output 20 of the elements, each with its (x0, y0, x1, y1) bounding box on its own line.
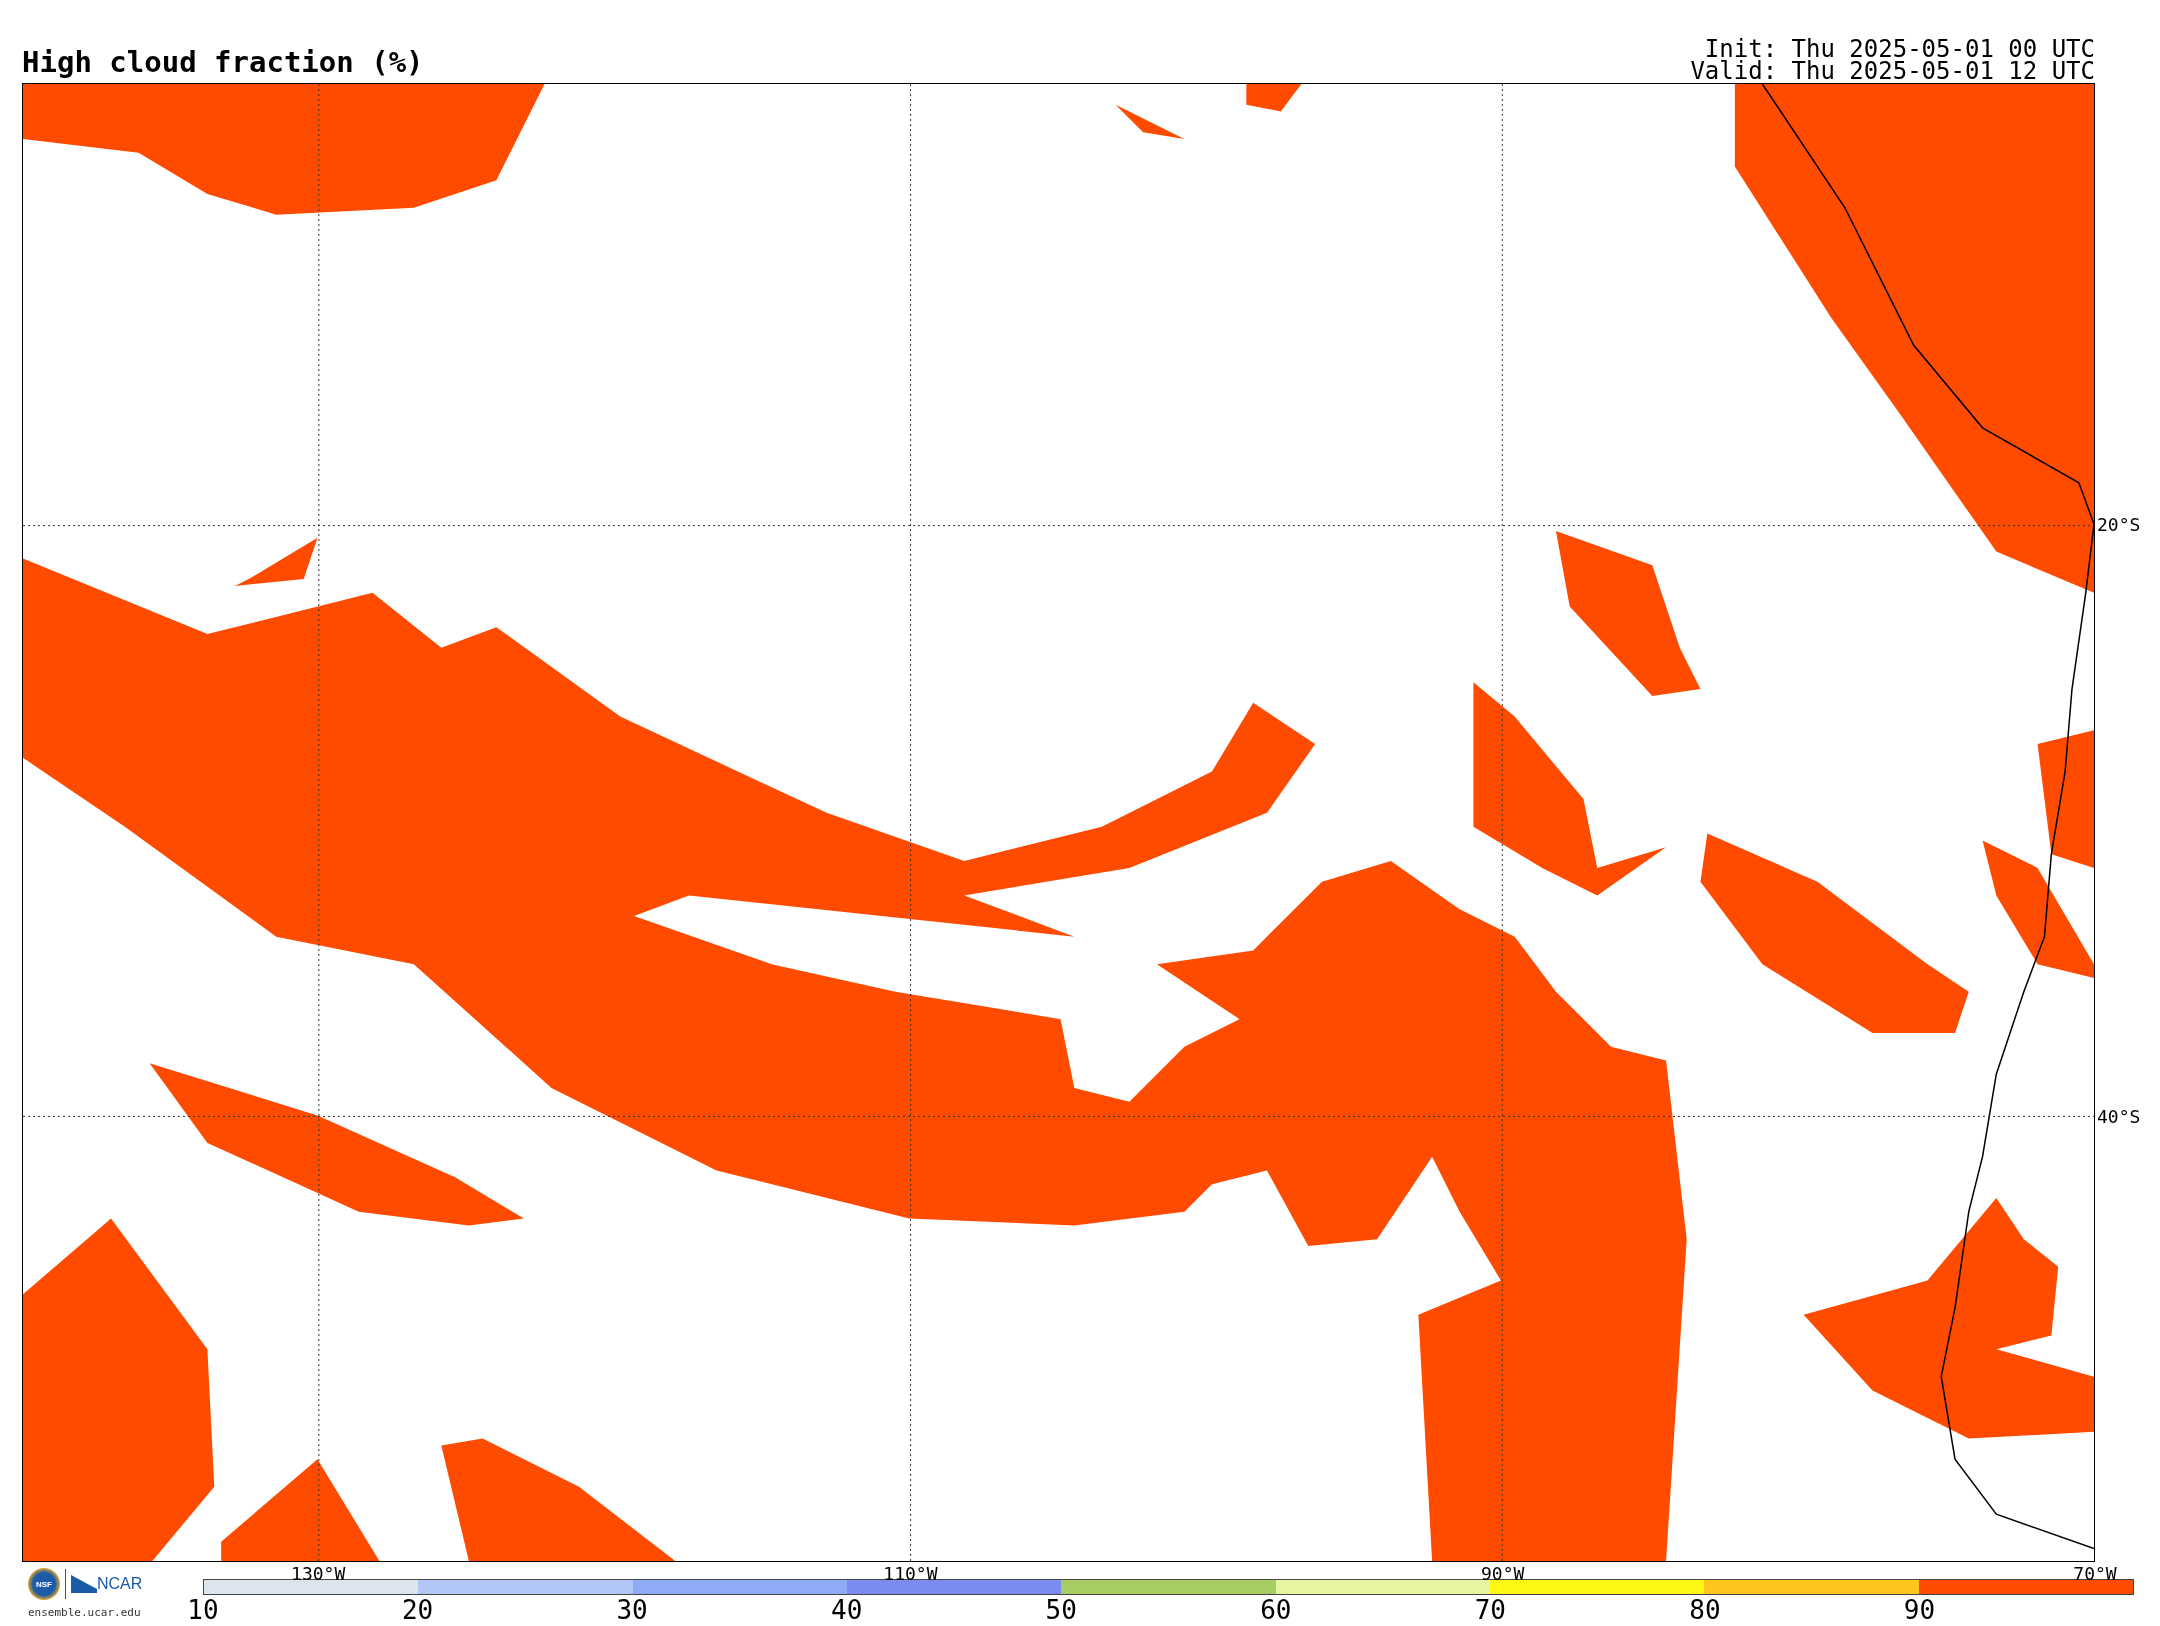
colorbar-tick-label: 20 (401, 1597, 434, 1623)
longitude-label: 110°W (883, 1565, 938, 1583)
latitude-label: 20°S (2097, 516, 2141, 535)
ncar-logo: NCAR (71, 1575, 143, 1593)
colorbar-tick-label: 10 (187, 1597, 219, 1623)
colorbar-tick-label: 30 (616, 1597, 648, 1623)
longitude-label: 90°W (1481, 1565, 1525, 1583)
colorbar-tick-label: 60 (1260, 1597, 1292, 1623)
colorbar-tick-label: 50 (1045, 1597, 1077, 1623)
longitude-label: 70°W (2073, 1565, 2117, 1583)
latitude-label: 40°S (2097, 1107, 2141, 1126)
init-time: Init: Thu 2025-05-01 00 UTC (1704, 38, 2095, 60)
valid-time: Valid: Thu 2025-05-01 12 UTC (1690, 60, 2095, 82)
colorbar-tick-label: 90 (1903, 1597, 1936, 1623)
longitude-label: 130°W (291, 1565, 346, 1583)
nsf-logo: NSF (28, 1568, 60, 1600)
map-title: High cloud fraction (%) (22, 48, 424, 81)
colorbar-tick-label: 70 (1474, 1597, 1507, 1623)
colorbar-tick-label: 80 (1689, 1597, 1721, 1623)
colorbar-tick-label: 40 (831, 1597, 863, 1623)
